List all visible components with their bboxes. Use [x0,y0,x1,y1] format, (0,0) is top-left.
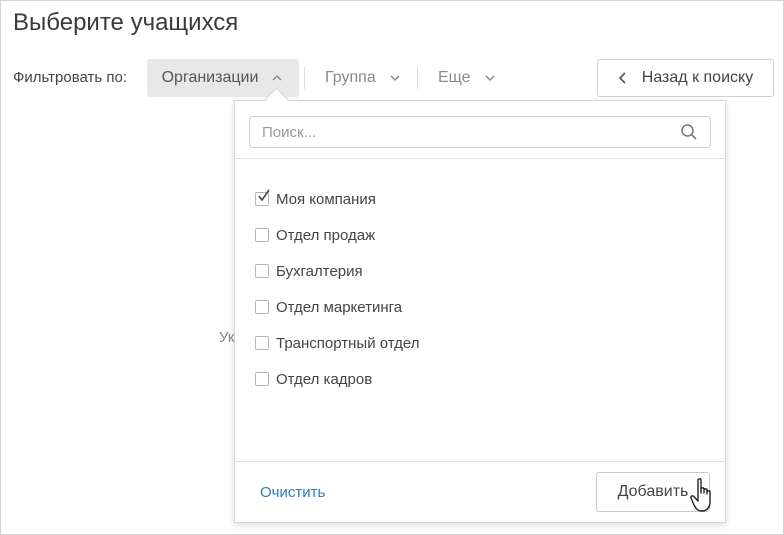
chevron-down-icon [388,71,402,85]
chevron-down-icon [483,71,497,85]
option-label: Отдел кадров [276,370,373,388]
back-to-search-button[interactable]: Назад к поиску [597,59,774,97]
search-input[interactable] [260,123,664,142]
filter-organizations-label: Организации [161,69,259,86]
check-icon [258,189,270,202]
filter-separator [417,67,418,89]
option-label: Отдел продаж [276,226,376,244]
search-icon[interactable] [680,123,698,141]
organizations-dropdown: Моя компания Отдел продаж Бухгалтерия От… [234,100,726,523]
hand-pointer-icon [690,478,711,512]
background-hint-text: Ук [219,329,235,346]
option-label: Отдел маркетинга [276,298,403,316]
filter-label: Фильтровать по: [13,69,128,86]
option-sales[interactable]: Отдел продаж [255,217,419,253]
footer-divider [235,461,725,462]
filter-separator [304,67,305,89]
option-my-company[interactable]: Моя компания [255,181,419,217]
chevron-left-icon [618,72,626,84]
filter-group-button[interactable]: Группа [325,59,402,97]
checkbox[interactable] [255,228,269,242]
checkbox[interactable] [255,264,269,278]
option-hr[interactable]: Отдел кадров [255,361,419,397]
checkbox[interactable] [255,189,270,206]
filter-more-label: Еще [438,69,471,86]
option-label: Транспортный отдел [276,334,420,352]
filter-more-button[interactable]: Еще [438,59,497,97]
filter-group-label: Группа [325,69,376,86]
back-to-search-label: Назад к поиску [641,69,754,86]
search-divider [235,158,725,159]
checkbox[interactable] [255,336,269,350]
checkbox[interactable] [255,300,269,314]
option-marketing[interactable]: Отдел маркетинга [255,289,419,325]
clear-link[interactable]: Очистить [260,484,325,501]
checkbox[interactable] [255,372,269,386]
chevron-up-icon [270,71,284,85]
option-label: Бухгалтерия [276,262,363,280]
option-transport[interactable]: Транспортный отдел [255,325,419,361]
search-box [249,116,711,148]
option-accounting[interactable]: Бухгалтерия [255,253,419,289]
page-title: Выберите учащихся [13,9,239,36]
option-label: Моя компания [276,190,376,208]
add-button-label: Добавить [617,483,689,500]
options-list: Моя компания Отдел продаж Бухгалтерия От… [255,181,419,397]
